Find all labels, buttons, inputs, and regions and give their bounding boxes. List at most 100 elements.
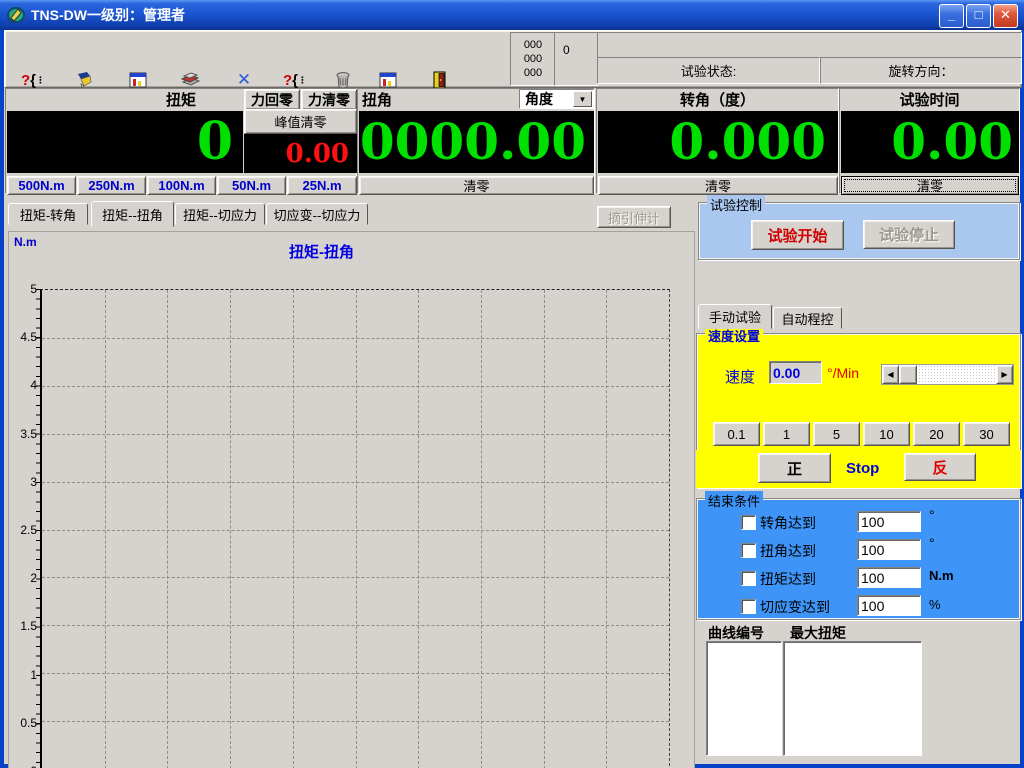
time-title: 试验时间 — [840, 89, 1019, 110]
time-clear-button[interactable]: 清零 — [841, 176, 1019, 195]
tab-shear-strain-stress[interactable]: 切应变--切应力 — [266, 203, 368, 225]
rotation-clear-button[interactable]: 清零 — [598, 176, 838, 195]
scroll-right-arrow-icon[interactable]: ▶ — [996, 365, 1013, 384]
torque-value: 0 — [197, 116, 243, 168]
grid-line-horizontal — [42, 434, 669, 435]
range-50-button[interactable]: 50N.m — [217, 176, 286, 195]
angle-unit-value: 角度 — [525, 89, 553, 109]
time-title-text: 试验时间 — [899, 89, 959, 110]
rotation-limit-input[interactable]: 100 — [857, 511, 921, 532]
speed-preset-30[interactable]: 30 — [963, 422, 1010, 446]
chart-panel: N.m 扭矩-扭角 54.543.532.521.510.50 00.10.20… — [8, 231, 695, 768]
counter-value: 0 — [563, 43, 570, 57]
counter-line: 000 — [524, 66, 542, 80]
rotation-display-section: 转角（度） 0.000 清零 — [596, 88, 839, 194]
test-status-panel: 试验状态: — [597, 57, 820, 84]
range-25-button[interactable]: 25N.m — [287, 176, 357, 195]
start-label: 试验开始 — [767, 225, 827, 246]
tab-torque-twist[interactable]: 扭矩--扭角 — [91, 201, 174, 227]
extensometer-label: 摘引伸计 — [608, 208, 660, 227]
preset-label: 30 — [979, 427, 993, 442]
speed-label: 速度 — [725, 366, 755, 387]
scrollbar-thumb[interactable] — [899, 365, 917, 384]
test-stop-button[interactable]: 试验停止 — [863, 220, 955, 249]
grid-line-horizontal — [42, 721, 669, 722]
force-zero-button[interactable]: 力回零 — [244, 89, 300, 110]
app-icon — [6, 5, 26, 25]
tab-auto-program[interactable]: 自动程控 — [773, 307, 842, 329]
range-250-button[interactable]: 250N.m — [77, 176, 146, 195]
time-display-section: 试验时间 0.00 清零 — [839, 88, 1020, 194]
range-label: 250N.m — [88, 178, 134, 193]
shear-strain-reached-checkbox[interactable] — [741, 599, 756, 614]
minimize-button[interactable]: _ — [939, 4, 964, 28]
grid-line-horizontal — [42, 625, 669, 626]
condition-value: 100 — [861, 598, 884, 614]
scroll-left-arrow-icon[interactable]: ◀ — [882, 365, 899, 384]
preset-label: 0.1 — [727, 427, 745, 442]
range-100-button[interactable]: 100N.m — [147, 176, 216, 195]
reverse-button[interactable]: 反 — [904, 453, 976, 481]
y-axis-labels: 54.543.532.521.510.50 — [9, 289, 37, 768]
range-500-button[interactable]: 500N.m — [7, 176, 76, 195]
plot-area — [40, 289, 670, 768]
speed-input[interactable]: 0.00 — [769, 361, 822, 384]
y-tick-label: 3.5 — [20, 427, 37, 441]
speed-value: 0.00 — [773, 365, 800, 381]
rotation-title: 转角（度） — [597, 89, 838, 110]
y-tick-label: 3 — [30, 475, 37, 489]
max-torque-label: 最大扭矩 — [790, 623, 846, 643]
shear-strain-limit-input[interactable]: 100 — [857, 595, 921, 616]
force-clear-label: 力清零 — [308, 90, 350, 110]
y-tick-label: 0.5 — [20, 716, 37, 730]
curve-number-list[interactable] — [706, 641, 782, 756]
counter-line: 000 — [524, 38, 542, 52]
speed-preset-5[interactable]: 5 — [813, 422, 860, 446]
y-tick-label: 2 — [30, 571, 37, 585]
maximize-button[interactable]: □ — [966, 4, 991, 28]
range-label: 100N.m — [158, 178, 204, 193]
title-bar[interactable]: TNS-DW一级别：管理者 _ □ ✕ — [0, 0, 1024, 30]
grid-line-horizontal — [42, 338, 669, 339]
torque-reached-checkbox[interactable] — [741, 571, 756, 586]
twist-limit-input[interactable]: 100 — [857, 539, 921, 560]
speed-preset-20[interactable]: 20 — [913, 422, 960, 446]
y-tick-label: 1 — [30, 668, 37, 682]
y-tick-label: 2.5 — [20, 523, 37, 537]
forward-button[interactable]: 正 — [758, 453, 831, 483]
window-title: TNS-DW一级别：管理者 — [31, 5, 185, 25]
force-clear-button[interactable]: 力清零 — [301, 89, 357, 110]
condition-label: 扭角达到 — [760, 541, 816, 561]
condition-value: 100 — [861, 542, 884, 558]
test-status-label: 试验状态: — [681, 61, 737, 80]
forward-label: 正 — [787, 458, 802, 479]
tab-label: 扭矩--扭角 — [102, 205, 163, 224]
clear-label: 清零 — [705, 176, 731, 195]
angle-unit-combo[interactable]: 角度 ▼ — [519, 89, 594, 109]
rotation-reached-checkbox[interactable] — [741, 515, 756, 530]
remove-extensometer-button[interactable]: 摘引伸计 — [597, 206, 671, 228]
test-start-button[interactable]: 试验开始 — [751, 220, 844, 250]
tab-manual-test[interactable]: 手动试验 — [698, 304, 772, 329]
speed-scrollbar[interactable]: ◀ ▶ — [881, 364, 1014, 385]
jog-row: 正 Stop 反 — [696, 450, 1021, 488]
y-tick-label: 4.5 — [20, 330, 37, 344]
twist-clear-button[interactable]: 清零 — [359, 176, 594, 195]
speed-preset-10[interactable]: 10 — [863, 422, 910, 446]
tab-torque-rotation[interactable]: 扭矩-转角 — [8, 203, 88, 225]
grid-line-horizontal — [42, 577, 669, 578]
speed-preset-1[interactable]: 1 — [763, 422, 810, 446]
end-conditions-group: 结束条件 转角达到 100 ° 扭角达到 100 ° 扭矩达到 100 N.m — [696, 498, 1021, 620]
condition-value: 100 — [861, 514, 884, 530]
speed-preset-0.1[interactable]: 0.1 — [713, 422, 760, 446]
torque-limit-input[interactable]: 100 — [857, 567, 921, 588]
max-torque-list[interactable] — [783, 641, 922, 756]
tab-torque-shear-stress[interactable]: 扭矩--切应力 — [175, 203, 265, 225]
rotation-direction-panel: 旋转方向： — [820, 57, 1022, 84]
peak-clear-button[interactable]: 峰值清零 — [244, 109, 357, 134]
tab-label: 自动程控 — [781, 309, 833, 328]
time-value: 0.00 — [891, 117, 1019, 167]
twist-reached-checkbox[interactable] — [741, 543, 756, 558]
chevron-down-icon[interactable]: ▼ — [573, 91, 592, 107]
close-button[interactable]: ✕ — [993, 4, 1018, 28]
